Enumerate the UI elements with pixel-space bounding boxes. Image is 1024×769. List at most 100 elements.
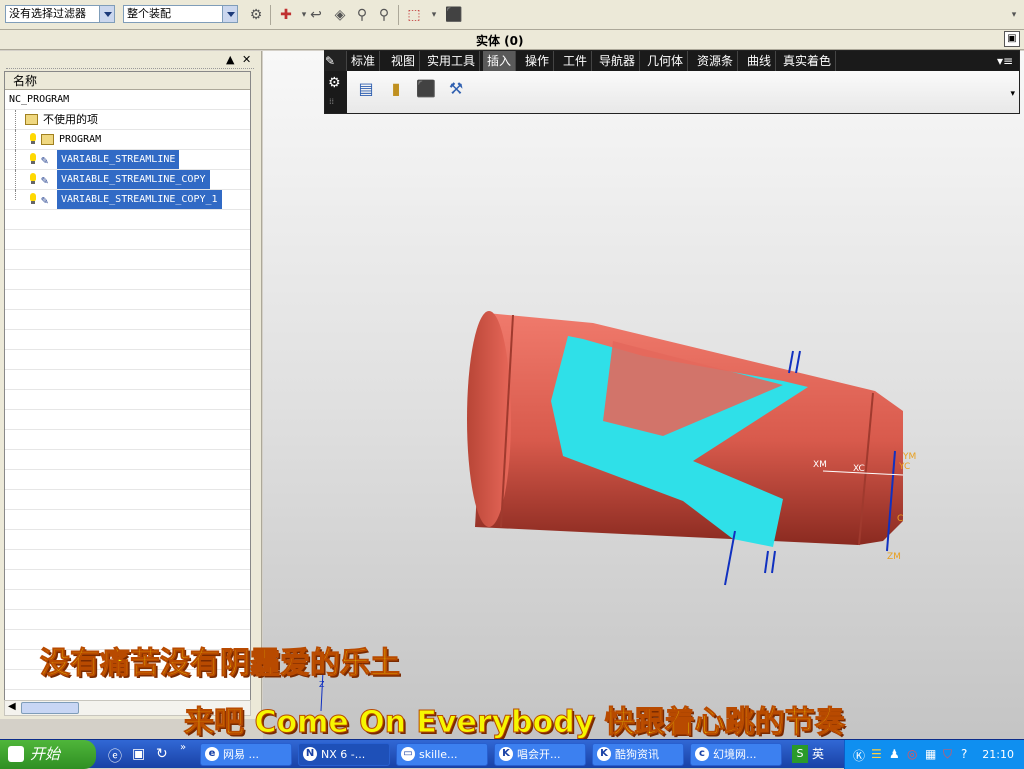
ribbon-menu-icon[interactable]: ▾≡ (993, 51, 1017, 71)
tool-axis-line (764, 550, 769, 574)
tray-security-icon[interactable]: ◎ (907, 747, 917, 761)
tab-utilities[interactable]: 实用工具 (423, 51, 481, 71)
create-geometry-icon[interactable]: ⬛ (415, 78, 437, 100)
tree-row-nc-program[interactable]: NC_PROGRAM (5, 90, 250, 110)
taskbar-item-2[interactable]: N NX 6 -... (298, 743, 390, 766)
tree-line (15, 110, 16, 130)
taskbar-item-4[interactable]: K 唱会开... (494, 743, 586, 766)
ribbon-tabs: ✎ 标准 视图 实用工具 插入 操作 工件 导航器 几何体 资源条 曲线 真实着… (325, 51, 1019, 71)
eraser-icon[interactable]: ◈ (330, 5, 350, 25)
part-model[interactable]: XM XC YM YC C ZM Z (263, 51, 1024, 739)
refresh-icon[interactable]: ↻ (156, 746, 168, 762)
undo-icon[interactable]: ↩ (306, 5, 326, 25)
tab-resource-bar[interactable]: 资源条 (693, 51, 739, 71)
collapse-icon[interactable]: ▲ (226, 53, 234, 66)
create-tool-icon[interactable]: ▮ (385, 78, 407, 100)
tab-geometry[interactable]: 几何体 (643, 51, 689, 71)
more-icon[interactable]: » (180, 742, 186, 753)
fullscreen-icon[interactable]: ▣ (1004, 31, 1020, 47)
empty-row (5, 310, 250, 330)
ime-label[interactable]: 英 (812, 745, 824, 763)
ribbon-toolbar: ✎ 标准 视图 实用工具 插入 操作 工件 导航器 几何体 资源条 曲线 真实着… (324, 50, 1020, 114)
toolbar-options-icon[interactable]: ▾ (1004, 5, 1024, 25)
wcs-label-c: C (897, 514, 903, 524)
section-bar: 实体 (0) ▣ (0, 30, 1024, 50)
empty-row (5, 610, 250, 630)
create-method-icon[interactable]: ⚒ (445, 78, 467, 100)
tree-row-label: NC_PROGRAM (9, 94, 70, 105)
tray-app-icon[interactable]: ☰ (871, 747, 882, 761)
part-end-face (467, 311, 511, 527)
tray-network-icon[interactable]: ▦ (925, 747, 936, 761)
tab-true-shading[interactable]: 真实着色 (779, 51, 837, 71)
taskbar-item-5[interactable]: K 酷狗资讯 (592, 743, 684, 766)
tray-qq-icon[interactable]: ♟ (889, 747, 900, 761)
tree-row-unused-items[interactable]: 不使用的项 (5, 110, 250, 130)
graphics-viewport[interactable]: XM XC YM YC C ZM Z (263, 51, 1024, 739)
dropdown-arrow-icon[interactable]: ▾ (424, 5, 444, 25)
tab-view[interactable]: 视图 (387, 51, 421, 71)
tree-row-variable-streamline[interactable]: ✎ VARIABLE_STREAMLINE (5, 150, 250, 170)
tab-navigator[interactable]: 导航器 (595, 51, 641, 71)
ie-icon[interactable]: ⓔ (108, 746, 122, 766)
wcs-label-ym: YM (902, 452, 916, 462)
column-header-name[interactable]: 名称 (5, 72, 250, 90)
rectangle-select-icon[interactable]: ⬚ (404, 5, 424, 25)
pick-icon[interactable]: ⚲ (352, 5, 372, 25)
tab-workpiece[interactable]: 工件 (559, 51, 593, 71)
tree-row-program[interactable]: PROGRAM (5, 130, 250, 150)
empty-row (5, 470, 250, 490)
tab-curve[interactable]: 曲线 (743, 51, 777, 71)
empty-row (5, 430, 250, 450)
ribbon-body: ▤ ▮ ⬛ ⚒ ▾ (347, 71, 1019, 113)
tree-row-variable-streamline-copy[interactable]: ✎ VARIABLE_STREAMLINE_COPY (5, 170, 250, 190)
tab-operation[interactable]: 操作 (521, 51, 555, 71)
browser-icon: e (205, 747, 219, 761)
tab-standard[interactable]: 标准 (347, 51, 381, 71)
tray-kugou-icon[interactable]: Ⓚ (853, 747, 865, 764)
windows-logo-icon (8, 746, 24, 762)
tree-row-label: VARIABLE_STREAMLINE_COPY_1 (57, 190, 222, 209)
tree-row-label: VARIABLE_STREAMLINE (57, 150, 180, 169)
start-button[interactable]: 开始 (0, 740, 96, 769)
tray-shield-icon[interactable]: ⛉ (943, 747, 952, 762)
desktop-icon[interactable]: ▣ (132, 746, 145, 762)
taskbar-item-1[interactable]: e 网易 ... (200, 743, 292, 766)
sogou-icon[interactable]: S (792, 745, 808, 763)
gear-icon[interactable]: ⚙ (328, 75, 341, 91)
clock: 21:10 (982, 748, 1014, 761)
folder-icon: ▭ (401, 747, 415, 761)
assembly-scope-dropdown[interactable]: 整个装配 (123, 5, 238, 23)
empty-row (5, 570, 250, 590)
tree-row-variable-streamline-copy-1[interactable]: ✎ VARIABLE_STREAMLINE_COPY_1 (5, 190, 250, 210)
create-program-icon[interactable]: ▤ (355, 78, 377, 100)
separator (270, 5, 271, 25)
type-filter-dropdown[interactable]: 没有选择过滤器 (5, 5, 115, 23)
operation-icon: ✎ (41, 173, 49, 187)
operation-icon: ✎ (41, 193, 49, 207)
selection-settings-icon[interactable]: ⚙ (246, 5, 266, 25)
tray-help-icon[interactable]: ? (961, 747, 967, 761)
chevron-down-icon[interactable]: ▾ (1010, 89, 1015, 99)
taskbar-item-3[interactable]: ▭ skille... (396, 743, 488, 766)
nx-logo-icon[interactable]: ✎ (325, 51, 347, 71)
chevron-down-icon[interactable] (222, 6, 237, 22)
tab-insert[interactable]: 插入 (483, 51, 517, 71)
snap-point-icon[interactable]: ✚ (276, 5, 296, 25)
taskbar-item-6[interactable]: c 幻境网... (690, 743, 782, 766)
chevron-down-icon[interactable] (99, 6, 114, 22)
start-label: 开始 (30, 745, 61, 763)
scroll-thumb[interactable] (21, 702, 79, 714)
grip-icon[interactable]: ⁞⁞ (329, 97, 334, 106)
empty-row (5, 510, 250, 530)
nx-icon: N (303, 747, 317, 761)
scroll-left-icon[interactable]: ◀ (8, 701, 16, 712)
tool-axis-line (771, 550, 776, 574)
ribbon-side: ⚙ ⁞⁞ (325, 71, 347, 113)
close-icon[interactable]: ✕ (242, 53, 251, 66)
cube-icon[interactable]: ⬛ (444, 5, 464, 25)
deselect-icon[interactable]: ⚲ (374, 5, 394, 25)
empty-row (5, 410, 250, 430)
tree-line (15, 150, 16, 170)
type-filter-value: 没有选择过滤器 (9, 7, 86, 20)
